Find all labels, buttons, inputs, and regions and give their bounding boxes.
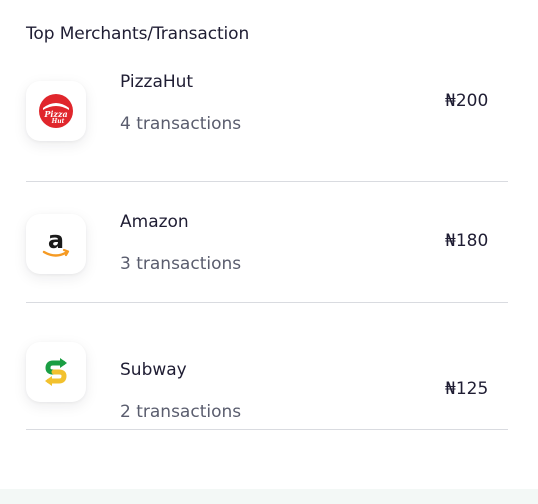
merchant-name: PizzaHut [120, 72, 194, 92]
merchant-name: Amazon [120, 212, 189, 232]
merchant-amount: ₦180 [445, 231, 489, 251]
merchant-transaction-count: 2 transactions [120, 402, 242, 422]
amazon-logo-icon: a [26, 214, 86, 274]
merchant-name: Subway [120, 360, 187, 380]
merchant-transaction-count: 4 transactions [120, 114, 242, 134]
pizzahut-logo-icon: Pizza Hut [26, 81, 86, 141]
svg-text:a: a [48, 226, 64, 254]
divider [26, 302, 508, 303]
divider [26, 181, 508, 182]
svg-text:Hut: Hut [51, 118, 65, 125]
footer-band [0, 489, 538, 504]
section-title: Top Merchants/Transaction [26, 24, 250, 44]
subway-logo-icon [26, 342, 86, 402]
merchant-amount: ₦200 [445, 91, 489, 111]
merchant-transaction-count: 3 transactions [120, 254, 242, 274]
merchant-amount: ₦125 [445, 379, 489, 399]
divider [26, 429, 508, 430]
